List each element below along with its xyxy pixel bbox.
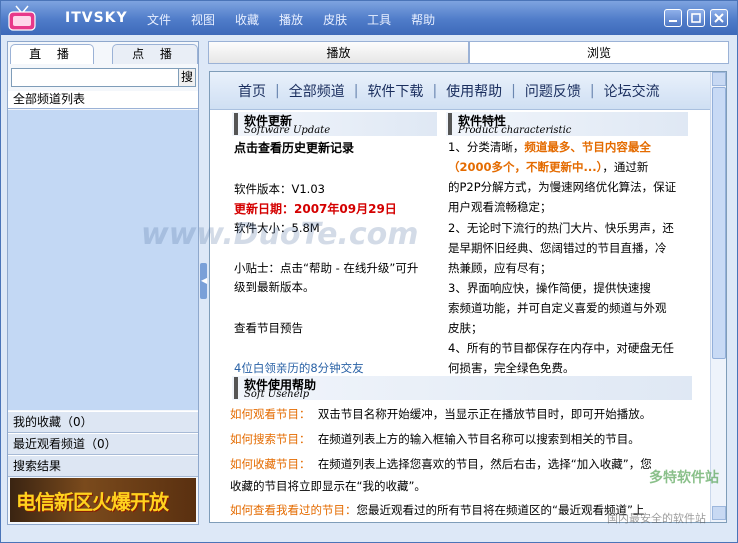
help-item: 如何查看我看过的节目：您最近观看过的所有节目将在频道区的“最近观看频道”上 <box>230 503 645 517</box>
feature-line: 是早期怀旧经典、您阔错过的节目直播，冷 <box>448 241 667 255</box>
features-subtitle: Product characteristic <box>458 125 572 136</box>
status-bar <box>1 527 737 542</box>
help-item: 如何观看节目： 双击节目名称开始缓冲，当显示正在播放节目时，即可开始播放。 <box>230 407 652 421</box>
menu-view[interactable]: 视图 <box>191 11 215 28</box>
title-bar[interactable]: ITVSKY 文件 视图 收藏 播放 皮肤 工具 帮助 <box>1 1 737 35</box>
nav-separator: | <box>511 82 516 99</box>
maximize-button[interactable] <box>687 9 705 27</box>
feature-line: 皮肤； <box>448 321 483 335</box>
minimize-icon <box>669 20 677 22</box>
site-nav: 首页 | 全部频道 | 软件下载 | 使用帮助 | 问题反馈 | 论坛交流 <box>210 72 710 110</box>
site-watermark-logo: 多特软件站 <box>649 470 719 486</box>
feature-line: 何损害，完全绿色免费。 <box>448 361 575 375</box>
itvsky-window: ITVSKY 文件 视图 收藏 播放 皮肤 工具 帮助 直 播 点 播 搜 全部… <box>0 0 738 543</box>
scroll-down-icon[interactable] <box>712 506 726 520</box>
feature-line: 1、分类清晰，频道最多、节目内容最全 <box>448 140 651 154</box>
menu-play[interactable]: 播放 <box>279 11 303 28</box>
history-link[interactable]: 点击查看历史更新记录 <box>234 139 354 156</box>
menu-bar: 文件 视图 收藏 播放 皮肤 工具 帮助 <box>147 11 455 28</box>
vertical-scrollbar[interactable] <box>710 72 726 522</box>
search-results-section[interactable]: 搜索结果 <box>8 455 198 477</box>
tab-browse[interactable]: 浏览 <box>469 41 729 64</box>
feature-line: 4、所有的节目都保存在内存中，对硬盘无任 <box>448 341 674 355</box>
panel-splitter-handle[interactable]: ◀ <box>200 263 207 299</box>
tv-logo-icon <box>8 5 36 31</box>
help-item-cont: 收藏的节目将立即显示在“我的收藏”。 <box>230 479 426 493</box>
nav-help[interactable]: 使用帮助 <box>446 81 502 101</box>
nav-all-channels[interactable]: 全部频道 <box>289 81 345 101</box>
scroll-up-icon[interactable] <box>712 72 726 86</box>
left-panel: 直 播 点 播 搜 全部频道列表 我的收藏（0） 最近观看频道（0） 搜索结果 … <box>7 41 199 525</box>
ad-banner[interactable]: 电信新区火爆开放 <box>10 478 196 522</box>
minimize-button[interactable] <box>664 9 682 27</box>
help-header: 软件使用帮助 Soft Usehelp <box>234 376 454 400</box>
nav-separator: | <box>432 82 438 99</box>
feature-line: 热兼顾，应有尽有； <box>448 261 552 275</box>
help-item: 如何收藏节目： 在频道列表上选择您喜欢的节目，然后右击，选择“加入收藏”，您 <box>230 457 652 471</box>
close-icon <box>714 13 724 23</box>
help-item: 如何搜索节目： 在频道列表上方的输入框输入节目名称可以搜索到相关的节目。 <box>230 432 640 446</box>
nav-feedback[interactable]: 问题反馈 <box>525 81 581 101</box>
channel-search-input[interactable] <box>11 68 179 87</box>
maximize-icon <box>691 13 701 23</box>
nav-separator: | <box>589 82 595 99</box>
recent-channels-section[interactable]: 最近观看频道（0） <box>8 433 198 455</box>
preview-link[interactable]: 查看节目预告 <box>234 320 303 336</box>
nav-home[interactable]: 首页 <box>238 81 266 101</box>
nav-download[interactable]: 软件下载 <box>367 81 423 101</box>
nav-separator: | <box>353 82 359 99</box>
feature-line: 索频道功能，并可自定义喜爱的频道与外观 <box>448 301 667 315</box>
site-watermark-slogan: 国内最安全的软件站 <box>607 512 706 525</box>
feature-line: 3、界面响应快，操作简便，提供快速搜 <box>448 281 651 295</box>
app-brand: ITVSKY <box>65 10 128 26</box>
update-tip-line2: 级到最新版本。 <box>234 280 315 294</box>
menu-skin[interactable]: 皮肤 <box>323 11 347 28</box>
ad-banner-text: 电信新区火爆开放 <box>16 490 169 514</box>
update-header: 软件更新 Software Update <box>234 112 454 136</box>
site-watermark: www.DuoTe.com <box>141 217 419 252</box>
feature-line: 用户观看流畅稳定； <box>448 200 552 214</box>
tab-play[interactable]: 播放 <box>208 41 469 64</box>
browser-pane: 首页 | 全部频道 | 软件下载 | 使用帮助 | 问题反馈 | 论坛交流 软件更新 So… <box>209 71 727 523</box>
update-subtitle: Software Update <box>244 125 331 136</box>
story-link[interactable]: 4位白领亲历的8分钟交友 <box>234 360 364 376</box>
feature-line: 的P2P分解方式，为慢速网络优化算法，保证 <box>448 180 677 194</box>
menu-help[interactable]: 帮助 <box>411 11 435 28</box>
features-header: 软件特性 Product characteristic <box>448 112 668 136</box>
feature-line: 2、无论时下流行的热门大片、快乐男声，还 <box>448 221 674 235</box>
channel-list-header[interactable]: 全部频道列表 <box>8 91 198 109</box>
close-button[interactable] <box>710 9 728 27</box>
menu-favorites[interactable]: 收藏 <box>235 11 259 28</box>
favorites-section[interactable]: 我的收藏（0） <box>8 411 198 433</box>
nav-forum[interactable]: 论坛交流 <box>604 81 660 101</box>
menu-file[interactable]: 文件 <box>147 11 171 28</box>
collapse-arrow-icon: ◀ <box>201 276 208 285</box>
menu-tools[interactable]: 工具 <box>367 11 391 28</box>
search-button[interactable]: 搜 <box>178 68 196 87</box>
tab-vod[interactable]: 点 播 <box>112 44 198 64</box>
channel-list[interactable] <box>8 110 198 410</box>
update-tip-line1: 小贴士：点击“帮助 - 在线升级”可升 <box>234 261 419 275</box>
right-tabs: 播放 浏览 <box>208 41 729 65</box>
tab-live[interactable]: 直 播 <box>10 44 94 64</box>
feature-line: （2000多个，不断更新中...），通过新 <box>448 160 649 174</box>
update-date: 更新日期：2007年09月29日 <box>234 202 397 216</box>
software-version: 软件版本：V1.03 <box>234 182 325 196</box>
help-subtitle: Soft Usehelp <box>244 389 310 400</box>
scroll-thumb[interactable] <box>712 87 726 359</box>
nav-separator: | <box>275 82 280 99</box>
